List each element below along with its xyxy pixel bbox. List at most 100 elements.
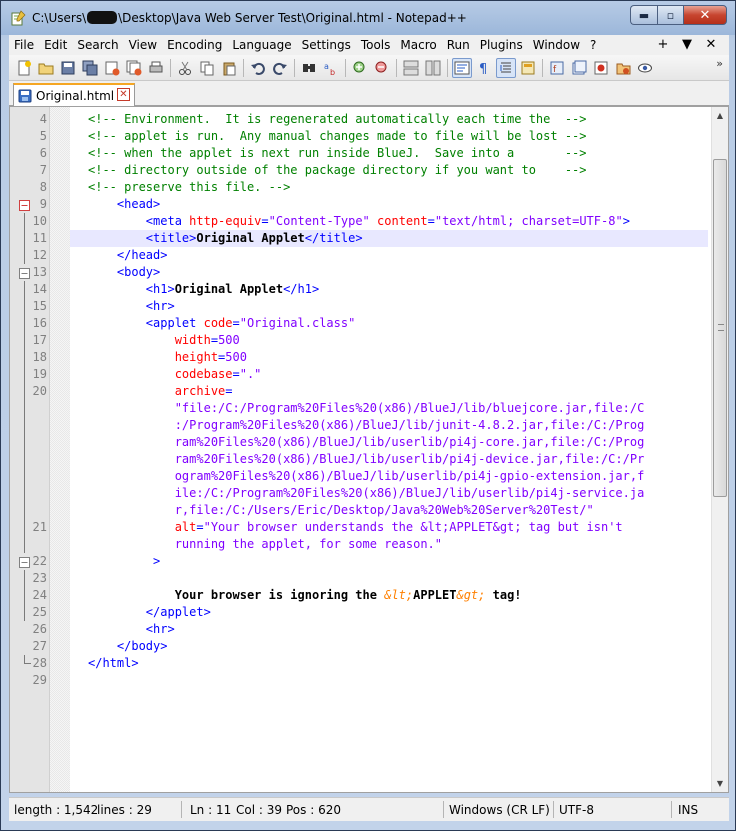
code-line[interactable]: 11 <title>Original Applet</title> xyxy=(24,230,708,247)
close-doc-button[interactable]: ✕ xyxy=(699,35,723,55)
code-line[interactable]: 12 </head> xyxy=(24,247,708,264)
menu-edit[interactable]: Edit xyxy=(39,35,72,55)
code-line[interactable]: running the applet, for some reason." xyxy=(24,536,708,553)
cut-button[interactable] xyxy=(175,58,195,78)
open-file-button[interactable] xyxy=(36,58,56,78)
indent-guide-button[interactable] xyxy=(496,57,516,78)
folder-as-workspace-button[interactable] xyxy=(569,58,589,78)
code-line[interactable]: r,file:/C:/Users/Eric/Desktop/Java%20Web… xyxy=(24,502,708,519)
menu-plugins[interactable]: Plugins xyxy=(475,35,528,55)
menu-view[interactable]: View xyxy=(124,35,162,55)
code-line[interactable]: 21 alt="Your browser understands the &lt… xyxy=(24,519,708,536)
code-line[interactable]: ile:/C:/Program%20Files%20(x86)/BlueJ/li… xyxy=(24,485,708,502)
macro-play-button[interactable] xyxy=(613,58,633,78)
find-button[interactable] xyxy=(299,58,319,78)
fold-toggle-icon[interactable] xyxy=(19,267,30,279)
code-area[interactable]: 4 <!-- Environment. It is regenerated aut… xyxy=(19,111,708,689)
status-divider xyxy=(443,801,444,818)
save-all-button[interactable] xyxy=(80,58,100,78)
code-line[interactable]: 17 width=500 xyxy=(24,332,708,349)
menu-language[interactable]: Language xyxy=(227,35,296,55)
code-line[interactable]: "file:/C:/Program%20Files%20(x86)/BlueJ/… xyxy=(24,400,708,417)
zoom-out-button[interactable] xyxy=(372,58,392,78)
code-line[interactable]: 10 <meta http-equiv="Content-Type" conte… xyxy=(24,213,708,230)
code-line[interactable]: 23 xyxy=(24,570,708,587)
code-line[interactable]: 27 </body> xyxy=(33,638,708,655)
function-list-button[interactable]: f xyxy=(547,58,567,78)
tab-close-button[interactable]: ✕ xyxy=(117,88,130,101)
scrollbar-thumb[interactable] xyxy=(713,159,727,497)
code-line[interactable]: 26 <hr> xyxy=(33,621,708,638)
undo-button[interactable] xyxy=(248,58,268,78)
fold-toggle-icon[interactable] xyxy=(19,199,30,211)
menu-run[interactable]: Run xyxy=(442,35,475,55)
code-line[interactable]: 4 <!-- Environment. It is regenerated aut… xyxy=(40,111,708,128)
code-editor[interactable]: 4 <!-- Environment. It is regenerated aut… xyxy=(9,106,729,793)
menu-encoding[interactable]: Encoding xyxy=(162,35,227,55)
status-encoding[interactable]: UTF-8 xyxy=(559,803,594,817)
print-button[interactable] xyxy=(146,58,166,78)
maximize-button[interactable]: ▫ xyxy=(657,5,683,25)
close-all-button[interactable] xyxy=(124,58,144,78)
toolbar-overflow-button[interactable]: » xyxy=(716,57,723,70)
code-line[interactable]: 19 codebase="." xyxy=(24,366,708,383)
monitor-button[interactable] xyxy=(635,58,655,78)
zoom-in-button[interactable] xyxy=(350,58,370,78)
tab-list-button[interactable]: ▼ xyxy=(675,35,699,55)
tab-original-html[interactable]: Original.html ✕ xyxy=(13,83,135,106)
code-line[interactable]: 14 <h1>Original Applet</h1> xyxy=(24,281,708,298)
new-file-button[interactable] xyxy=(14,58,34,78)
paste-button[interactable] xyxy=(219,58,239,78)
menu-search[interactable]: Search xyxy=(72,35,123,55)
status-eol-format[interactable]: Windows (CR LF) xyxy=(449,803,550,817)
title-bar[interactable]: C:\Users\ \Desktop\Java Web Server Test\O… xyxy=(1,1,735,35)
sync-v-button[interactable] xyxy=(401,58,421,78)
fold-margin[interactable] xyxy=(50,107,70,792)
code-line[interactable]: 18 height=500 xyxy=(24,349,708,366)
doc-map-button[interactable] xyxy=(518,58,538,78)
code-line[interactable]: 22 > xyxy=(19,553,708,570)
code-line[interactable]: 7 <!-- directory outside of the package d… xyxy=(40,162,708,179)
code-line[interactable]: 9 <head> xyxy=(19,196,708,213)
new-tab-button[interactable]: + xyxy=(651,35,675,55)
replace-button[interactable]: ab xyxy=(321,58,341,78)
code-line[interactable]: ram%20Files%20(x86)/BlueJ/lib/userlib/pi… xyxy=(24,434,708,451)
code-line[interactable]: ogram%20Files%20(x86)/BlueJ/lib/userlib/… xyxy=(24,468,708,485)
status-insert-mode[interactable]: INS xyxy=(678,803,698,817)
close-button[interactable]: ✕ xyxy=(683,5,727,25)
menu-file[interactable]: File xyxy=(9,35,39,55)
menu-help[interactable]: ? xyxy=(585,35,601,55)
minimize-button[interactable]: ▬ xyxy=(630,5,657,25)
code-line[interactable]: 28 </html> xyxy=(24,655,708,672)
scroll-down-arrow-icon[interactable]: ▼ xyxy=(712,775,728,792)
code-line[interactable]: 20 archive= xyxy=(24,383,708,400)
code-line[interactable]: 16 <applet code="Original.class" xyxy=(24,315,708,332)
vertical-scrollbar[interactable]: ▲ ▼ xyxy=(711,107,728,792)
code-line[interactable]: ram%20Files%20(x86)/BlueJ/lib/userlib/pi… xyxy=(24,451,708,468)
code-line[interactable]: 13 <body> xyxy=(19,264,708,281)
code-line[interactable]: 6 <!-- when the applet is next run inside… xyxy=(40,145,708,162)
code-line[interactable]: 15 <hr> xyxy=(24,298,708,315)
scroll-up-arrow-icon[interactable]: ▲ xyxy=(712,107,728,124)
save-button[interactable] xyxy=(58,58,78,78)
redo-button[interactable] xyxy=(270,58,290,78)
macro-record-button[interactable] xyxy=(591,58,611,78)
menu-tools[interactable]: Tools xyxy=(356,35,396,55)
wrap-button[interactable] xyxy=(452,57,472,78)
code-line[interactable]: 8 <!-- preserve this file. --> xyxy=(40,179,708,196)
code-line[interactable]: 25 </applet> xyxy=(24,604,708,621)
copy-button[interactable] xyxy=(197,58,217,78)
indent-guide-icon xyxy=(500,62,511,72)
fold-toggle-icon[interactable] xyxy=(19,556,30,568)
menu-window[interactable]: Window xyxy=(528,35,585,55)
menu-macro[interactable]: Macro xyxy=(395,35,441,55)
code-line[interactable]: 24 Your browser is ignoring the &lt;APPL… xyxy=(24,587,708,604)
tab-bar: Original.html ✕ xyxy=(9,81,729,106)
show-all-chars-button[interactable]: ¶ xyxy=(474,58,494,78)
close-button[interactable] xyxy=(102,58,122,78)
code-line[interactable]: 5 <!-- applet is run. Any manual changes … xyxy=(40,128,708,145)
code-line[interactable]: :/Program%20Files%20(x86)/BlueJ/lib/juni… xyxy=(24,417,708,434)
sync-h-button[interactable] xyxy=(423,58,443,78)
code-line[interactable]: 29 xyxy=(33,672,708,689)
menu-settings[interactable]: Settings xyxy=(297,35,356,55)
